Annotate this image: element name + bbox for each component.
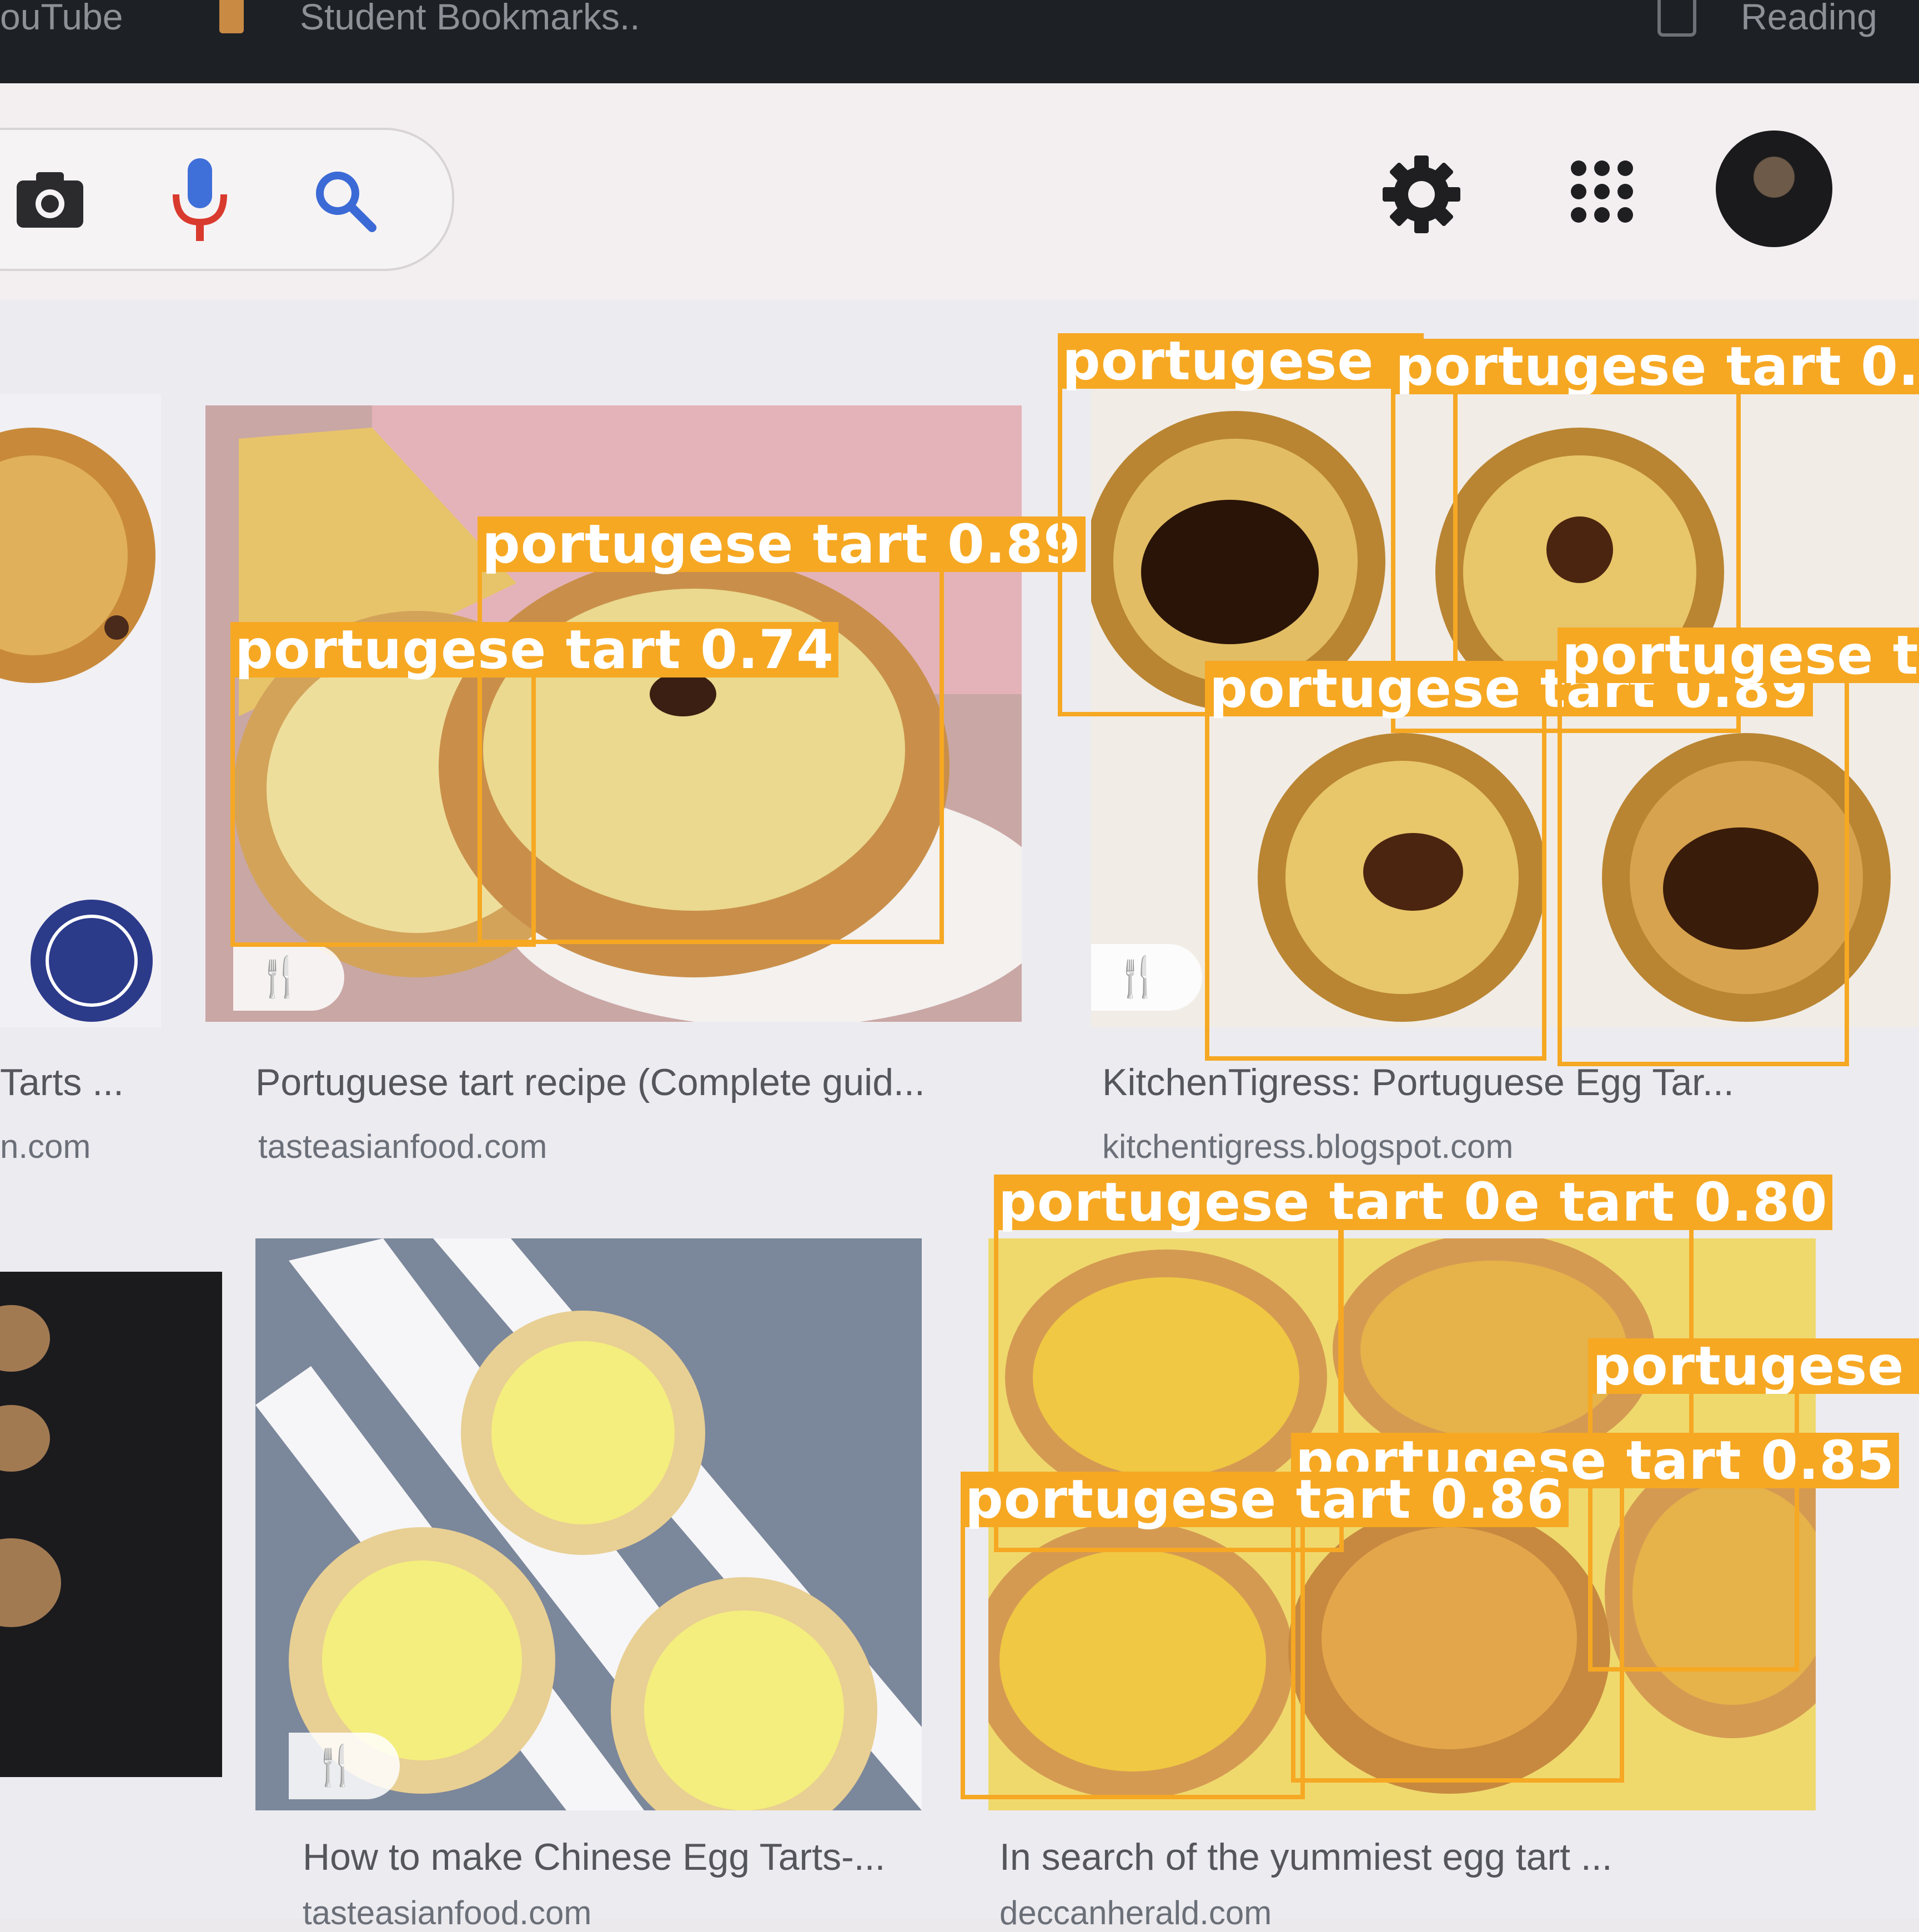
- result-3-source[interactable]: kitchentigress.blogspot.com: [1102, 1127, 1513, 1166]
- result-2-caption[interactable]: Portuguese tart recipe (Complete guid...: [255, 1061, 925, 1104]
- detection-label: portugese tart 0.86: [961, 1472, 1569, 1527]
- apps-grid-icon[interactable]: [1566, 155, 1638, 228]
- result-image-1[interactable]: [0, 394, 161, 1027]
- detection-box: [1205, 705, 1546, 1061]
- result-3-caption[interactable]: KitchenTigress: Portuguese Egg Tar...: [1102, 1061, 1734, 1104]
- camera-icon[interactable]: [11, 167, 89, 233]
- settings-gear-icon[interactable]: [1377, 150, 1466, 239]
- detection-label: portugese tart 0.8: [1391, 339, 1919, 394]
- detection-box: [230, 666, 536, 947]
- result-5-caption[interactable]: How to make Chinese Egg Tarts-...: [303, 1835, 885, 1879]
- result-2-source[interactable]: tasteasianfood.com: [258, 1127, 547, 1166]
- folder-icon: [219, 0, 244, 33]
- detection-label: portugese tart 0.89: [478, 516, 1086, 572]
- detection-label: e tart 0.80: [1499, 1175, 1832, 1230]
- bookmark-student-bookmarks[interactable]: Student Bookmarks..: [300, 0, 640, 39]
- bookmark-reading-list[interactable]: Reading: [1741, 0, 1877, 39]
- result-image-4[interactable]: [0, 1272, 222, 1777]
- fork-knife-icon: 🍴: [311, 1744, 360, 1787]
- recipe-badge: 🍴: [233, 944, 344, 1011]
- detection-label: portugese tart 0.74: [230, 622, 838, 678]
- recipe-badge: 🍴: [1091, 944, 1202, 1011]
- fork-knife-icon: 🍴: [1113, 955, 1162, 998]
- result-6-source[interactable]: deccanherald.com: [999, 1894, 1272, 1932]
- detection-label: portugese ta: [1558, 628, 1919, 683]
- search-icon[interactable]: [308, 164, 380, 236]
- avatar[interactable]: [1716, 131, 1832, 247]
- detection-box: [961, 1516, 1305, 1799]
- result-5-source[interactable]: tasteasianfood.com: [303, 1894, 591, 1932]
- detection-box: [1558, 672, 1849, 1066]
- bookmark-youtube[interactable]: ouTube: [0, 0, 123, 39]
- detection-label: portugese t: [1588, 1338, 1919, 1394]
- fork-knife-icon: 🍴: [255, 955, 304, 998]
- result-1-source[interactable]: n.com: [0, 1127, 91, 1166]
- detection-label: portugese t: [1058, 333, 1424, 389]
- bookmarks-bar: [0, 0, 1919, 83]
- recipe-badge: 🍴: [289, 1733, 400, 1799]
- microphone-icon[interactable]: [167, 155, 233, 244]
- result-image-5[interactable]: [255, 1238, 922, 1810]
- reading-list-icon: [1657, 0, 1696, 37]
- result-1-caption[interactable]: Tarts ...: [0, 1061, 124, 1104]
- result-6-caption[interactable]: In search of the yummiest egg tart ...: [999, 1835, 1612, 1879]
